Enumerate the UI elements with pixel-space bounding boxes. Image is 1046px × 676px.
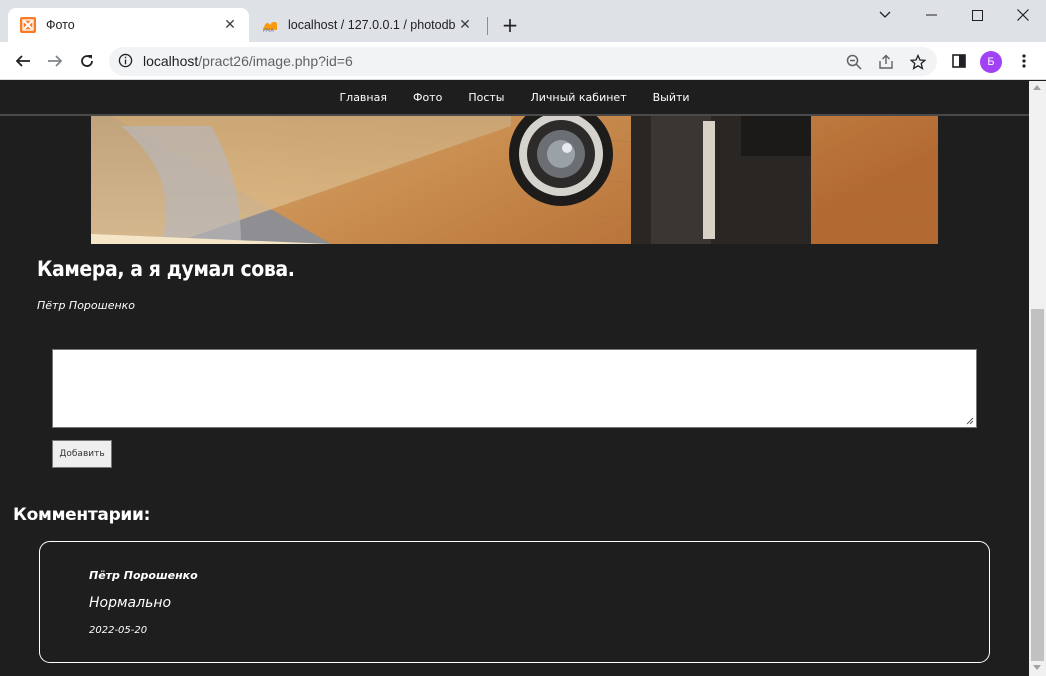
chevron-down-icon xyxy=(879,11,891,18)
comment-date: 2022-05-20 xyxy=(89,625,148,636)
site-nav: Главная Фото Посты Личный кабинет Выйти xyxy=(0,81,1029,116)
vertical-scrollbar[interactable] xyxy=(1029,81,1046,676)
url-path: /pract26/image.php?id=6 xyxy=(198,53,353,69)
side-panel-button[interactable] xyxy=(945,47,973,75)
tab-search-button[interactable] xyxy=(862,0,908,30)
camera-photo-image xyxy=(91,116,938,244)
tab-title: Фото xyxy=(46,18,75,32)
zoom-button[interactable] xyxy=(845,53,863,71)
share-icon xyxy=(879,54,893,69)
tab-title: localhost / 127.0.0.1 / photodb / xyxy=(288,18,456,32)
arrow-left-icon xyxy=(15,55,30,67)
comment-textarea[interactable] xyxy=(52,349,977,428)
close-window-button[interactable] xyxy=(1000,0,1046,30)
star-icon xyxy=(910,54,926,70)
maximize-button[interactable] xyxy=(954,0,1000,30)
tab-separator xyxy=(487,17,488,35)
profile-avatar[interactable]: Б xyxy=(980,51,1002,73)
nav-posts[interactable]: Посты xyxy=(468,91,504,104)
post-author: Пётр Порошенко xyxy=(37,299,136,312)
comment-card: Пётр Порошенко Нормально 2022-05-20 xyxy=(39,541,990,663)
share-button[interactable] xyxy=(877,53,895,71)
comment-text: Нормально xyxy=(89,595,172,611)
new-tab-button[interactable]: + xyxy=(499,13,521,37)
nav-account[interactable]: Личный кабинет xyxy=(530,91,626,104)
add-comment-button[interactable]: Добавить xyxy=(52,440,112,468)
scroll-down-icon[interactable] xyxy=(1033,665,1041,670)
browser-tab-strip: Фото ✕ PMA localhost / 127.0.0.1 / photo… xyxy=(0,0,1046,42)
close-tab-icon[interactable]: ✕ xyxy=(456,16,474,34)
nav-logout[interactable]: Выйти xyxy=(653,91,690,104)
browser-toolbar: localhost/pract26/image.php?id=6 Б xyxy=(0,42,1046,80)
kebab-menu-icon xyxy=(1022,54,1026,68)
reload-button[interactable] xyxy=(73,47,101,75)
phpmyadmin-icon: PMA xyxy=(263,21,277,33)
back-button[interactable] xyxy=(9,47,37,75)
minimize-icon xyxy=(925,14,937,16)
info-icon[interactable] xyxy=(118,53,133,68)
scrollbar-thumb[interactable] xyxy=(1031,309,1044,661)
close-tab-icon[interactable]: ✕ xyxy=(221,16,239,34)
tab-phpmyadmin[interactable]: PMA localhost / 127.0.0.1 / photodb / ✕ xyxy=(252,8,484,42)
url-text: localhost/pract26/image.php?id=6 xyxy=(143,53,353,69)
post-photo xyxy=(91,116,938,244)
comments-heading: Комментарии: xyxy=(13,505,151,525)
side-panel-icon xyxy=(952,54,966,68)
menu-button[interactable] xyxy=(1010,47,1038,75)
zoom-out-icon xyxy=(846,54,862,70)
forward-button[interactable] xyxy=(41,47,69,75)
arrow-right-icon xyxy=(48,55,63,67)
bookmark-button[interactable] xyxy=(909,53,927,71)
maximize-icon xyxy=(971,9,983,21)
scroll-up-icon[interactable] xyxy=(1033,85,1041,90)
svg-text:PMA: PMA xyxy=(263,28,274,33)
minimize-button[interactable] xyxy=(908,0,954,30)
url-host: localhost xyxy=(143,53,199,69)
nav-home[interactable]: Главная xyxy=(339,91,387,104)
nav-photo[interactable]: Фото xyxy=(413,91,442,104)
comment-author: Пётр Порошенко xyxy=(89,569,198,582)
address-bar[interactable]: localhost/pract26/image.php?id=6 xyxy=(109,47,937,76)
post-title: Камера, а я думал сова. xyxy=(37,257,295,281)
resize-grip-icon[interactable] xyxy=(966,417,974,425)
xampp-icon xyxy=(20,17,36,33)
tab-photo[interactable]: Фото ✕ xyxy=(8,8,249,42)
close-icon xyxy=(1017,9,1029,21)
page-viewport: Главная Фото Посты Личный кабинет Выйти … xyxy=(0,81,1029,676)
reload-icon xyxy=(81,55,93,67)
